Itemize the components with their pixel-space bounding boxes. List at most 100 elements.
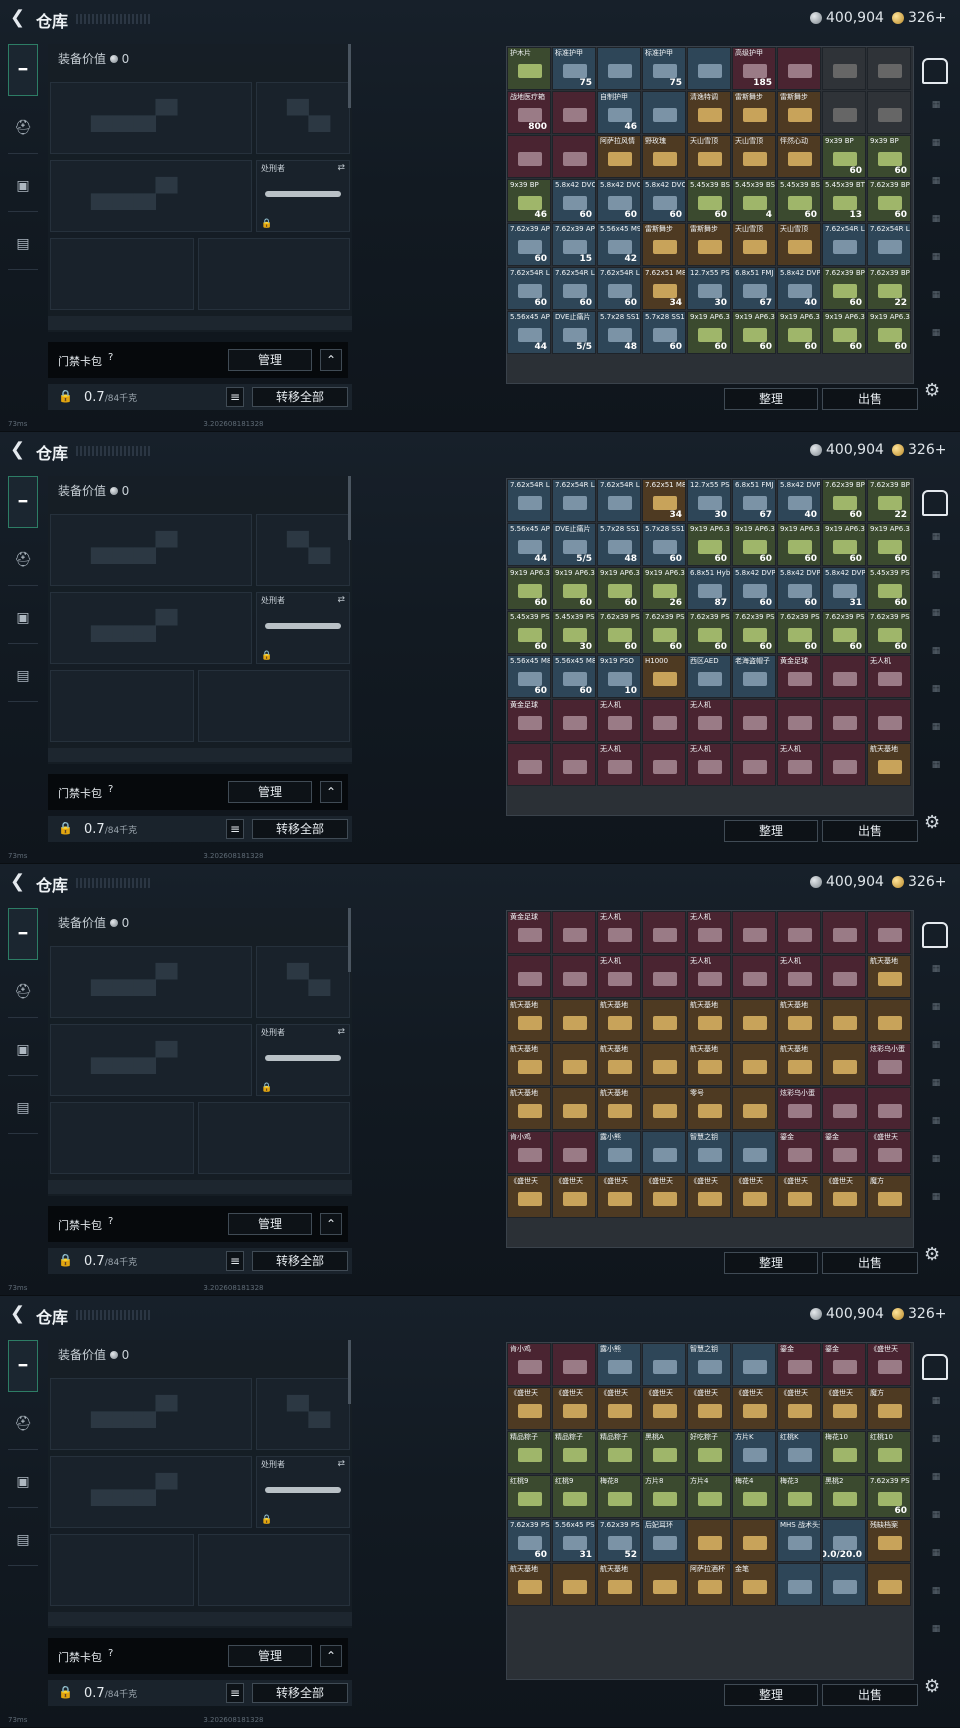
stash-item[interactable]: 鎏金 [822, 1131, 866, 1174]
stash-item[interactable] [732, 743, 776, 786]
stash-item[interactable]: 5.8x42 DVC12 60 [597, 179, 641, 222]
stash-item[interactable] [642, 91, 686, 134]
loadout-scrollbar[interactable] [348, 476, 351, 540]
stash-item[interactable]: 红桃10 [867, 1431, 911, 1474]
stash-item[interactable]: 高级护甲 185 [732, 47, 776, 90]
stash-item[interactable] [777, 47, 821, 90]
stash-item[interactable] [552, 1131, 596, 1174]
stash-item[interactable]: 5.8x42 DVP88 40 [777, 267, 821, 310]
stash-item[interactable]: 方片4 [687, 1475, 731, 1518]
armor-slot[interactable] [198, 238, 350, 310]
stash-grid[interactable]: 肯小鸡 露小熊 智慧之钥 鎏金 鎏金 《盛世天 《盛世天 《盛世天 《盛世天 《盛世天 《盛世天 《盛… [506, 1342, 914, 1680]
stash-item[interactable]: 7.62x39 BP 60 [822, 479, 866, 522]
stash-page-icon[interactable]: ▦ [922, 1002, 950, 1036]
stash-item[interactable]: 梅花3 [777, 1475, 821, 1518]
stash-item[interactable]: 精品粽子 [507, 1431, 551, 1474]
tab-backpack[interactable]: ▤ [8, 1514, 38, 1566]
stash-item[interactable]: 航天基地 [777, 999, 821, 1042]
melee-slot[interactable]: 处刑者 ⇄ 🔒 [256, 592, 350, 664]
back-arrow-icon[interactable]: ❮ [10, 9, 28, 27]
stash-item[interactable]: 黑桃2 [822, 1475, 866, 1518]
stash-item[interactable]: 鎏金 [777, 1343, 821, 1386]
stash-item[interactable] [732, 955, 776, 998]
stash-item[interactable] [642, 1343, 686, 1386]
stash-item[interactable]: 5.56x45 PS 31 [552, 1519, 596, 1562]
stash-grid[interactable]: 7.62x54R LPS7.62x54R LPS7.62x54R LPS7.62… [506, 478, 914, 816]
stash-page-icon[interactable]: ▦ [922, 1154, 950, 1188]
stash-item[interactable]: 鎏金 [777, 1131, 821, 1174]
stash-page-icon[interactable]: ▦ [922, 760, 950, 794]
stash-grid[interactable]: 黄金足球 无人机 无人机 无人机 无人机 无人机 航天基地 航天基地 航天基地 航天基地 航天基地航… [506, 910, 914, 1248]
stash-item[interactable]: 7.62x39 PS 60 [867, 1475, 911, 1518]
stash-item[interactable]: 9x19 AP6.3 60 [507, 567, 551, 610]
stash-item[interactable]: 航天基地 [597, 1087, 641, 1130]
manage-button[interactable]: 管理 [228, 1645, 312, 1667]
tab-armor[interactable]: ⛑ [8, 966, 38, 1018]
stash-item[interactable]: 露小熊 [597, 1343, 641, 1386]
stash-item[interactable]: 无人机 [867, 655, 911, 698]
stash-item[interactable]: 精品粽子 [597, 1431, 641, 1474]
stash-item[interactable]: 9x19 AP6.3 60 [597, 567, 641, 610]
stash-home-icon[interactable] [922, 922, 948, 948]
stash-item[interactable] [642, 699, 686, 742]
stash-item[interactable]: 9x19 AP6.3 60 [867, 311, 911, 354]
stash-item[interactable]: 《盛世天 [597, 1175, 641, 1218]
stash-item[interactable]: 无人机 [597, 955, 641, 998]
stash-item[interactable]: 《盛世天 [552, 1387, 596, 1430]
stash-page-icon[interactable]: ▦ [922, 532, 950, 566]
stash-item[interactable]: 6.8x51 FMJ 67 [732, 267, 776, 310]
stash-item[interactable] [552, 911, 596, 954]
pistol-slot[interactable]: ▀▄ [256, 1378, 350, 1450]
stash-home-icon[interactable] [922, 1354, 948, 1380]
manage-button[interactable]: 管理 [228, 349, 312, 371]
stash-item[interactable]: 7.62x39 BP 60 [822, 267, 866, 310]
pistol-slot[interactable]: ▀▄ [256, 82, 350, 154]
stash-item[interactable]: 5.56x45 M855 60 [552, 655, 596, 698]
stash-item[interactable] [777, 1563, 821, 1606]
sort-button[interactable]: 整理 [724, 388, 818, 410]
stash-page-icon[interactable]: ▦ [922, 214, 950, 248]
stash-page-icon[interactable]: ▦ [922, 1116, 950, 1150]
stash-item[interactable]: 5.7x28 SS190 48 [597, 523, 641, 566]
stash-item[interactable]: 7.62x39 AP 15 [552, 223, 596, 266]
stash-item[interactable] [507, 743, 551, 786]
stash-item[interactable]: H1000 [642, 655, 686, 698]
tab-rig[interactable]: ▣ [8, 1024, 38, 1076]
stash-item[interactable]: 残缺档案 [867, 1519, 911, 1562]
stash-item[interactable]: 5.56x45 AP 44 [507, 523, 551, 566]
stash-item[interactable]: 6.8x51 FMJ 67 [732, 479, 776, 522]
stash-item[interactable]: 老海盗帽子 [732, 655, 776, 698]
stash-page-icon[interactable]: ▦ [922, 570, 950, 604]
armor-slot[interactable] [198, 670, 350, 742]
list-icon[interactable]: ≡ [226, 1683, 244, 1703]
stash-item[interactable] [642, 1043, 686, 1086]
stash-item[interactable]: 9x19 AP6.3 60 [777, 523, 821, 566]
tab-armor[interactable]: ⛑ [8, 1398, 38, 1450]
stash-item[interactable] [822, 47, 866, 90]
stash-item[interactable] [822, 1563, 866, 1606]
stash-item[interactable]: 12.7x55 PS12 30 [687, 267, 731, 310]
stash-item[interactable]: 清逸特调 [687, 91, 731, 134]
stash-item[interactable]: 《盛世天 [642, 1387, 686, 1430]
sell-button[interactable]: 出售 [822, 388, 918, 410]
stash-item[interactable]: 9x39 BP 60 [867, 135, 911, 178]
stash-item[interactable]: 5.7x28 SS190 60 [642, 523, 686, 566]
sell-button[interactable]: 出售 [822, 1252, 918, 1274]
tab-weapons[interactable]: ━ [8, 908, 38, 960]
secondary-weapon-slot[interactable]: ▄▄▄▀ [50, 160, 252, 232]
stash-item[interactable]: 无人机 [687, 911, 731, 954]
stash-item[interactable] [867, 47, 911, 90]
stash-item[interactable]: 9x19 AP6.3 60 [732, 311, 776, 354]
stash-item[interactable]: 《盛世天 [822, 1387, 866, 1430]
stash-item[interactable] [822, 743, 866, 786]
helmet-slot[interactable] [50, 1534, 194, 1606]
stash-item[interactable]: 9x19 AP6.3 60 [687, 311, 731, 354]
stash-page-icon[interactable]: ▦ [922, 328, 950, 362]
stash-item[interactable] [867, 91, 911, 134]
stash-item[interactable] [507, 955, 551, 998]
stash-item[interactable]: 7.62x39 PS 60 [777, 611, 821, 654]
stash-item[interactable]: 战地医疗箱 800 [507, 91, 551, 134]
stash-item[interactable] [732, 1087, 776, 1130]
stash-item[interactable]: 9x39 BP 46 [507, 179, 551, 222]
stash-item[interactable]: DVE止痛片 5/5 [552, 311, 596, 354]
